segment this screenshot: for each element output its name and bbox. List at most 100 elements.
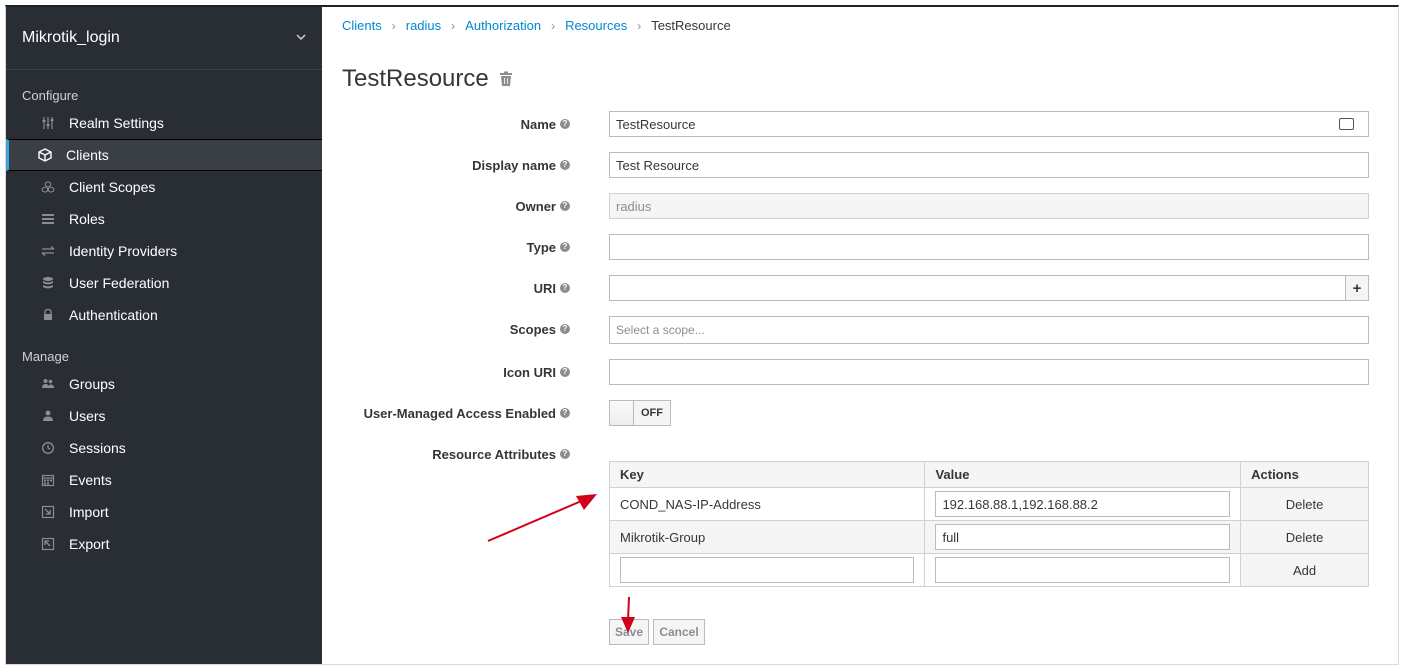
new-key-cell (608, 553, 926, 587)
delete-button[interactable]: Delete (1240, 487, 1369, 521)
sliders-icon (41, 116, 55, 130)
table-row: COND_NAS-IP-Address 192.168.88.1,192.168… (608, 487, 1369, 521)
new-value-cell (924, 553, 1242, 587)
sidebar: Mikrotik_login Configure Realm Settings … (6, 7, 322, 664)
lock-icon (41, 308, 55, 322)
attribute-key: COND_NAS-IP-Address (608, 487, 926, 521)
attribute-value-input[interactable]: 192.168.88.1,192.168.88.2 (935, 491, 1231, 517)
delete-button[interactable]: Delete (1240, 520, 1369, 554)
help-icon[interactable]: ? (560, 283, 570, 293)
realm-selector[interactable]: Mikrotik_login (6, 7, 322, 70)
sidebar-item-import[interactable]: Import (6, 496, 322, 528)
breadcrumb-radius[interactable]: radius (406, 18, 441, 33)
column-actions: Actions (1240, 461, 1369, 488)
form-row-display-name: Display name? Test Resource (322, 152, 1398, 178)
chevron-right-icon: › (637, 18, 642, 33)
cubes-icon (41, 180, 55, 194)
sidebar-item-label: Groups (69, 376, 115, 392)
new-value-input[interactable] (935, 557, 1231, 583)
breadcrumb-resources[interactable]: Resources (565, 18, 627, 33)
sidebar-item-realm-settings[interactable]: Realm Settings (6, 107, 322, 139)
help-icon[interactable]: ? (560, 367, 570, 377)
sidebar-item-sessions[interactable]: Sessions (6, 432, 322, 464)
breadcrumb-clients[interactable]: Clients (342, 18, 382, 33)
help-icon[interactable]: ? (560, 408, 570, 418)
help-icon[interactable]: ? (560, 242, 570, 252)
sidebar-item-label: Client Scopes (69, 179, 156, 195)
user-icon (41, 409, 55, 423)
chevron-right-icon: › (391, 18, 396, 33)
section-manage: Manage (22, 348, 69, 364)
attributes-table: Key Value Actions COND_NAS-IP-Address 19… (608, 461, 1369, 587)
sidebar-item-identity-providers[interactable]: Identity Providers (6, 235, 322, 267)
new-key-input[interactable] (620, 557, 915, 583)
form-row-scopes: Scopes? Select a scope... (322, 316, 1398, 344)
scopes-label: Scopes? (510, 316, 570, 342)
toggle-state: OFF (634, 401, 670, 425)
breadcrumb: Clients › radius › Authorization › Resou… (342, 18, 731, 33)
section-configure: Configure (22, 87, 79, 103)
help-icon[interactable]: ? (560, 119, 570, 129)
help-icon[interactable]: ? (560, 160, 570, 170)
sidebar-item-groups[interactable]: Groups (6, 368, 322, 400)
help-icon[interactable]: ? (560, 449, 570, 459)
sidebar-item-client-scopes[interactable]: Client Scopes (6, 171, 322, 203)
sidebar-item-export[interactable]: Export (6, 528, 322, 560)
sidebar-item-clients[interactable]: Clients (6, 139, 322, 171)
exchange-icon (41, 244, 55, 258)
sidebar-item-label: Users (69, 408, 106, 424)
toggle-knob (610, 401, 634, 425)
page-title: TestResource (342, 65, 513, 93)
icon-uri-input[interactable] (609, 359, 1369, 385)
display-name-label: Display name? (472, 152, 570, 178)
name-input[interactable]: TestResource (609, 111, 1369, 137)
sidebar-item-roles[interactable]: Roles (6, 203, 322, 235)
sidebar-item-label: Clients (66, 147, 109, 163)
sidebar-item-users[interactable]: Users (6, 400, 322, 432)
uri-input[interactable]: + (609, 275, 1369, 301)
form-row-uri: URI? + (322, 275, 1398, 301)
attribute-value-cell: full (924, 520, 1242, 554)
sidebar-item-user-federation[interactable]: User Federation (6, 267, 322, 299)
help-icon[interactable]: ? (560, 201, 570, 211)
form-row-icon-uri: Icon URI? (322, 359, 1398, 385)
type-label: Type? (527, 234, 570, 260)
id-card-icon (1339, 118, 1354, 130)
name-label: Name? (521, 111, 570, 137)
table-header: Key Value Actions (608, 461, 1369, 488)
cancel-button[interactable]: Cancel (653, 619, 705, 645)
add-uri-button[interactable]: + (1345, 276, 1368, 300)
sidebar-item-label: Events (69, 472, 112, 488)
sidebar-item-events[interactable]: Events (6, 464, 322, 496)
type-input[interactable] (609, 234, 1369, 260)
help-icon[interactable]: ? (560, 324, 570, 334)
trash-icon[interactable] (499, 71, 513, 87)
users-icon (41, 377, 55, 391)
scopes-select[interactable]: Select a scope... (609, 316, 1369, 344)
uri-label: URI? (534, 275, 570, 301)
sidebar-item-label: Roles (69, 211, 105, 227)
owner-input: radius (609, 193, 1369, 219)
breadcrumb-authorization[interactable]: Authorization (465, 18, 541, 33)
sidebar-item-authentication[interactable]: Authentication (6, 299, 322, 331)
add-button[interactable]: Add (1240, 553, 1369, 587)
sidebar-item-label: Identity Providers (69, 243, 178, 259)
annotation-arrow-icon (487, 494, 597, 542)
save-button[interactable]: Save (609, 619, 649, 645)
attribute-value-input[interactable]: full (935, 524, 1231, 550)
display-name-input[interactable]: Test Resource (609, 152, 1369, 178)
database-icon (41, 276, 55, 290)
owner-label: Owner? (516, 193, 570, 219)
import-icon (41, 505, 55, 519)
uma-toggle[interactable]: OFF (609, 400, 671, 426)
page-title-text: TestResource (342, 65, 489, 92)
main-content: Clients › radius › Authorization › Resou… (322, 7, 1398, 664)
table-row-new: Add (608, 553, 1369, 587)
realm-name: Mikrotik_login (22, 29, 120, 46)
cube-icon (38, 148, 52, 162)
breadcrumb-current: TestResource (651, 18, 731, 33)
attributes-label: Resource Attributes? (432, 441, 570, 467)
sidebar-item-label: User Federation (69, 275, 170, 291)
clock-icon (41, 441, 55, 455)
configure-nav: Realm Settings Clients Client Scopes Rol… (6, 107, 322, 331)
